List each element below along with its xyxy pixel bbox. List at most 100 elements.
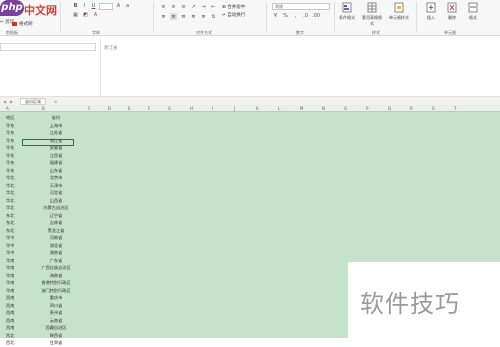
province-cell[interactable]: 吉林省 — [36, 220, 76, 226]
insert-button[interactable]: 插入 — [420, 2, 442, 21]
align-left-icon[interactable]: ≣ — [160, 13, 167, 20]
column-header[interactable]: B — [42, 106, 45, 111]
orientation-icon[interactable]: ↗ — [190, 3, 197, 10]
region-cell[interactable]: 西南 — [6, 295, 18, 301]
table-style-button[interactable]: 套用表格格式 — [361, 2, 383, 27]
underline-button[interactable]: U — [90, 3, 97, 10]
province-cell[interactable]: 江苏省 — [36, 130, 76, 136]
wrap-text-button[interactable]: ↵ 自动换行 — [222, 12, 245, 18]
province-cell[interactable]: 海南省 — [36, 273, 76, 279]
province-cell[interactable]: 江西省 — [36, 153, 76, 159]
province-cell[interactable]: 广西壮族自治区 — [36, 265, 76, 271]
region-cell[interactable]: 华南 — [6, 273, 18, 279]
justify-icon[interactable]: ≣ — [190, 13, 197, 20]
province-cell[interactable]: 西藏自治区 — [36, 325, 76, 331]
column-header[interactable]: P — [366, 106, 368, 111]
column-header[interactable]: D — [108, 106, 111, 111]
region-cell[interactable]: 西南 — [6, 310, 18, 316]
region-cell[interactable]: 华北 — [6, 198, 18, 204]
province-cell[interactable]: 贵州省 — [36, 310, 76, 316]
region-cell[interactable]: 华东 — [6, 138, 18, 144]
province-cell[interactable]: 四川省 — [36, 303, 76, 309]
column-header[interactable]: O — [344, 106, 347, 111]
next-sheet-icon[interactable]: ▶ — [10, 99, 13, 104]
column-header[interactable]: R — [410, 106, 413, 111]
column-header[interactable]: C — [88, 106, 91, 111]
format-painter-button[interactable]: 格式刷 — [12, 21, 33, 27]
region-cell[interactable]: 华南 — [6, 280, 18, 286]
column-header[interactable]: H — [190, 106, 193, 111]
fill-color-icon[interactable]: ◩ — [82, 12, 89, 19]
number-format-select[interactable]: 常规 — [272, 3, 330, 10]
province-cell[interactable]: 河北省 — [36, 190, 76, 196]
distribute-icon[interactable]: ≣ — [200, 13, 207, 20]
column-header[interactable]: K — [256, 106, 259, 111]
region-cell[interactable]: 华中 — [6, 250, 18, 256]
increase-decimal-icon[interactable]: .0 — [302, 13, 309, 20]
province-cell[interactable]: 甘肃省 — [36, 340, 76, 346]
add-sheet-icon[interactable]: ⊕ — [54, 99, 57, 104]
column-header[interactable]: J — [234, 106, 235, 111]
column-header[interactable]: L — [278, 106, 280, 111]
column-header[interactable]: I — [212, 106, 213, 111]
align-middle-icon[interactable]: ≡ — [170, 3, 177, 10]
column-header[interactable]: M — [300, 106, 303, 111]
region-cell[interactable]: 华东 — [6, 123, 18, 129]
column-header[interactable]: E — [128, 106, 131, 111]
region-cell[interactable]: 华北 — [6, 183, 18, 189]
province-cell[interactable]: 省份 — [36, 115, 76, 121]
align-center-icon[interactable]: ≣ — [170, 13, 177, 20]
column-header[interactable]: A — [6, 106, 9, 111]
region-cell[interactable]: 华东 — [6, 153, 18, 159]
delete-button[interactable]: 删除 — [441, 2, 463, 21]
region-cell[interactable]: 华中 — [6, 235, 18, 241]
province-cell[interactable]: 香港特别行政区 — [36, 280, 76, 286]
region-cell[interactable]: 地区 — [6, 115, 18, 121]
province-cell[interactable]: 重庆市 — [36, 295, 76, 301]
region-cell[interactable]: 华东 — [6, 168, 18, 174]
format-button[interactable]: 格式 — [462, 2, 484, 21]
province-cell[interactable]: 山西省 — [36, 198, 76, 204]
province-cell[interactable]: 天津市 — [36, 183, 76, 189]
province-cell[interactable]: 黑龙江省 — [36, 228, 76, 234]
bold-button[interactable]: B — [72, 3, 79, 10]
region-cell[interactable]: 华东 — [6, 160, 18, 166]
decrease-font-icon[interactable]: a — [124, 3, 131, 10]
region-cell[interactable]: 华东 — [6, 130, 18, 136]
region-cell[interactable]: 东北 — [6, 220, 18, 226]
province-cell[interactable]: 辽宁省 — [36, 213, 76, 219]
prev-sheet-icon[interactable]: ◀ — [3, 99, 6, 104]
merge-center-button[interactable]: ⊞ 合并居中 — [222, 4, 245, 10]
font-size-select[interactable] — [99, 3, 113, 10]
region-cell[interactable]: 西南 — [6, 303, 18, 309]
column-header[interactable]: G — [168, 106, 171, 111]
align-bottom-icon[interactable]: ≡ — [180, 3, 187, 10]
column-header[interactable]: T — [454, 106, 456, 111]
decrease-decimal-icon[interactable]: .00 — [312, 13, 320, 20]
indent-icon[interactable]: ⇥ — [200, 3, 207, 10]
province-cell[interactable]: 湖北省 — [36, 243, 76, 249]
column-header[interactable]: N — [322, 106, 325, 111]
name-box[interactable] — [0, 43, 96, 51]
font-color-icon[interactable]: A — [92, 12, 99, 19]
region-cell[interactable]: 东北 — [6, 213, 18, 219]
region-cell[interactable]: 华中 — [6, 243, 18, 249]
italic-button[interactable]: I — [81, 3, 88, 10]
region-cell[interactable]: 华北 — [6, 205, 18, 211]
currency-icon[interactable]: ¥ — [272, 13, 279, 20]
region-cell[interactable]: 西南 — [6, 318, 18, 324]
province-cell[interactable]: 广东省 — [36, 258, 76, 264]
province-cell[interactable]: 福建省 — [36, 160, 76, 166]
province-cell[interactable]: 山东省 — [36, 168, 76, 174]
sheet-tab[interactable]: 省份区域 — [20, 98, 46, 105]
province-cell[interactable]: 上海市 — [36, 123, 76, 129]
region-cell[interactable]: 华北 — [6, 175, 18, 181]
outdent-icon[interactable]: ⇤ — [210, 3, 217, 10]
text-direction-icon[interactable]: ⇅ — [210, 13, 217, 20]
region-cell[interactable]: 西南 — [6, 325, 18, 331]
increase-font-icon[interactable]: A — [115, 3, 122, 10]
cell-style-button[interactable]: 单元格样式 — [388, 2, 410, 21]
align-right-icon[interactable]: ≣ — [180, 13, 187, 20]
province-cell[interactable]: 云南省 — [36, 318, 76, 324]
border-icon[interactable]: ▦ — [72, 12, 79, 19]
